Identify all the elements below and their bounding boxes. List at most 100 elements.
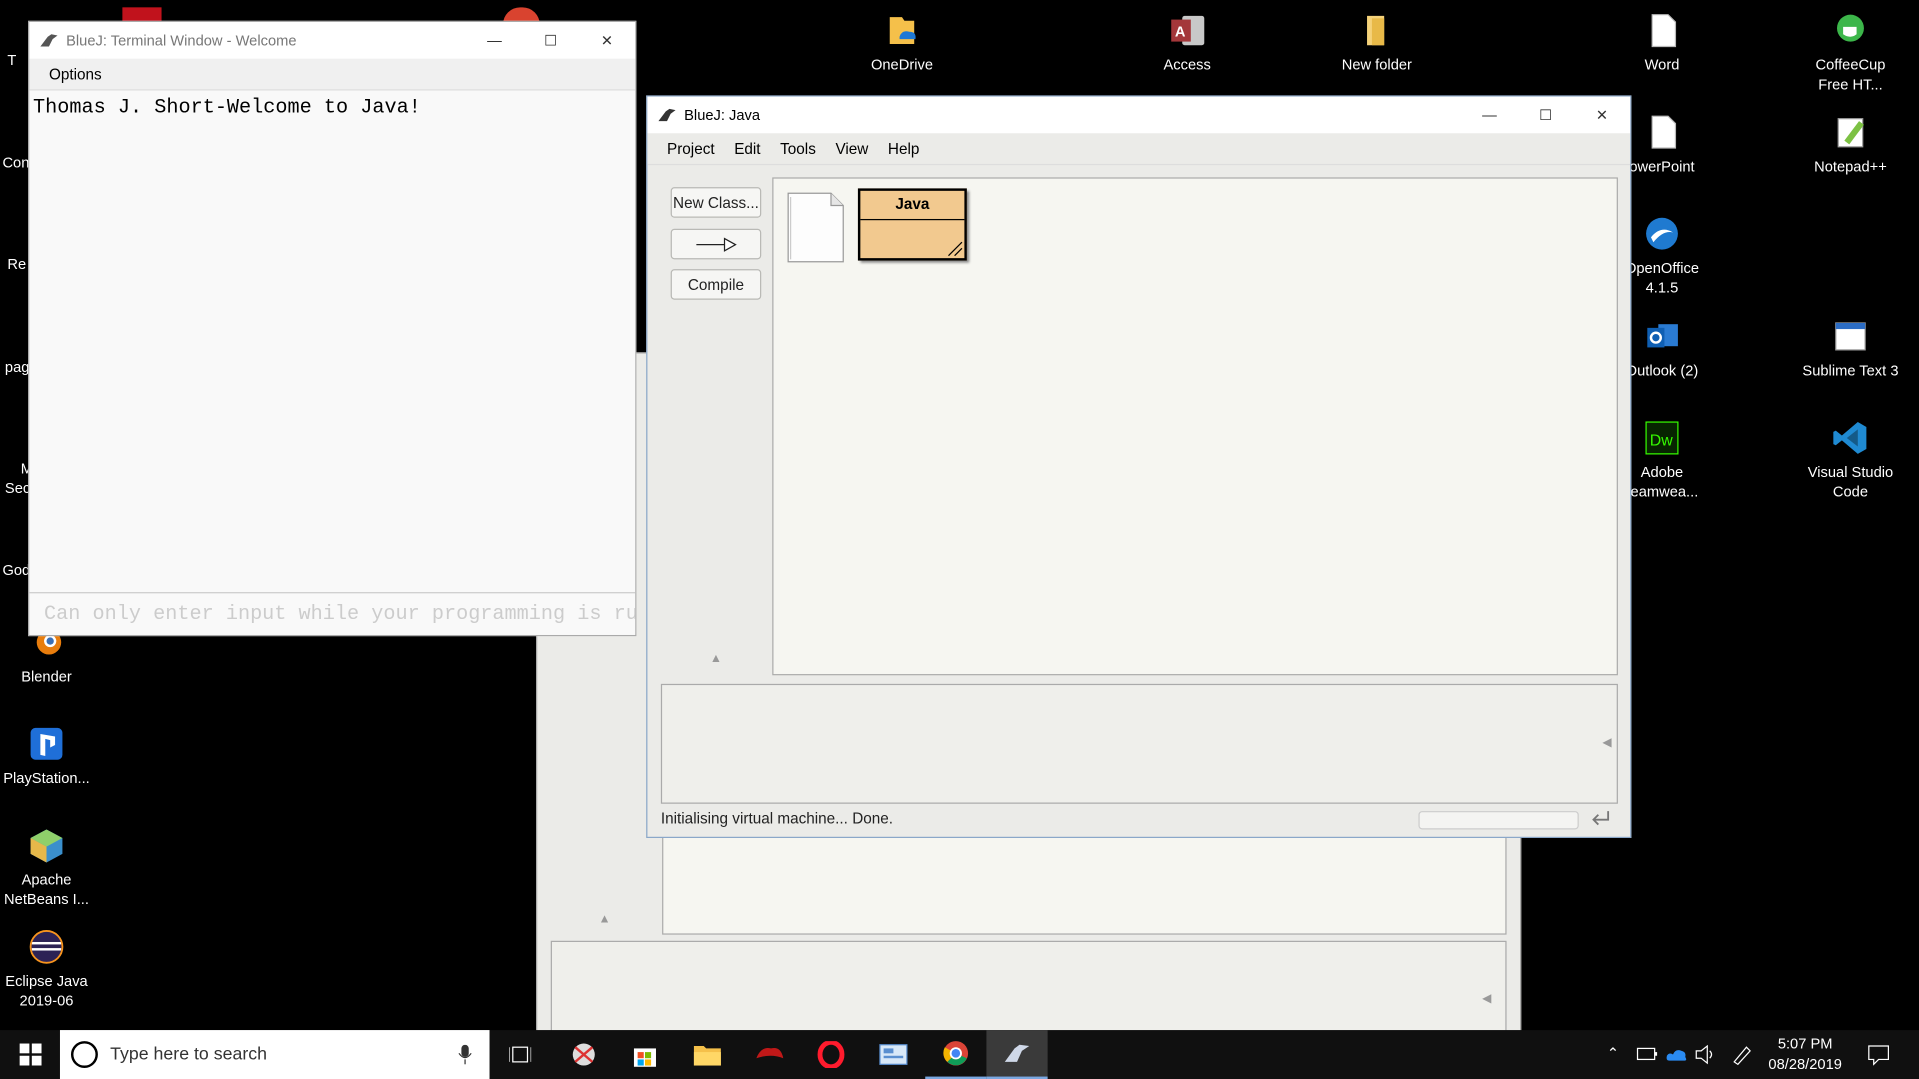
svg-text:Dw: Dw <box>1650 432 1673 449</box>
terminal-window[interactable]: BlueJ: Terminal Window - Welcome — ☐ ✕ O… <box>28 20 637 637</box>
playstation-icon <box>26 723 68 765</box>
expand-arrow-icon[interactable]: ◀ <box>1482 992 1491 1005</box>
taskbar-app-snip[interactable] <box>553 1030 614 1079</box>
desktop: T Con Re pag M Sec God Blender PlayStati… <box>0 0 1919 1079</box>
terminal-menubar: Options <box>29 58 636 91</box>
minimize-button[interactable]: — <box>1461 97 1517 134</box>
search-placeholder: Type here to search <box>110 1044 268 1065</box>
desktop-icon-partial-god[interactable]: God <box>2 562 30 579</box>
taskbar-app-bluej[interactable] <box>986 1030 1048 1079</box>
desktop-icon-word[interactable]: Word <box>1613 10 1711 75</box>
onedrive-cloud-icon[interactable] <box>1666 1046 1688 1068</box>
windows-logo-icon <box>19 1043 42 1066</box>
control-panel-icon <box>879 1044 908 1065</box>
clock-time: 5:07 PM <box>1777 1034 1833 1053</box>
collapse-arrow-icon[interactable]: ▲ <box>710 652 722 665</box>
svg-text:A: A <box>1175 25 1186 41</box>
desktop-icon-label: CoffeeCup Free HT... <box>1815 56 1886 93</box>
menu-tools[interactable]: Tools <box>770 140 825 157</box>
menu-help[interactable]: Help <box>878 140 929 157</box>
terminal-titlebar[interactable]: BlueJ: Terminal Window - Welcome — ☐ ✕ <box>29 22 636 59</box>
desktop-icon-label: Eclipse Java 2019-06 <box>5 972 88 1010</box>
background-output-box <box>550 940 1507 1033</box>
desktop-icon-sublime[interactable]: Sublime Text 3 <box>1802 316 1900 381</box>
search-box[interactable]: Type here to search <box>59 1030 490 1079</box>
microphone-icon[interactable] <box>458 1044 473 1069</box>
notifications-icon[interactable] <box>1868 1044 1890 1072</box>
desktop-icon-partial-sec[interactable]: Sec <box>5 480 30 497</box>
desktop-icon-netbeans[interactable]: Apache NetBeans I... <box>0 825 95 909</box>
maximize-button[interactable]: ☐ <box>523 22 579 59</box>
cortana-icon <box>70 1041 98 1068</box>
taskbar-app-chrome[interactable] <box>925 1030 987 1079</box>
desktop-icon-label: Word <box>1644 56 1680 74</box>
taskbar-app-explorer[interactable] <box>677 1030 738 1079</box>
desktop-icon-label: Visual Studio Code <box>1807 463 1894 501</box>
desktop-icon-partial-t[interactable]: T <box>7 51 16 68</box>
netbeans-icon <box>26 825 68 867</box>
bluej-bird-icon <box>657 105 677 125</box>
volume-icon[interactable] <box>1695 1044 1717 1071</box>
expand-arrow-icon[interactable]: ◀ <box>1602 736 1611 749</box>
desktop-icon-notepadpp[interactable]: Notepad++ <box>1802 111 1900 176</box>
new-class-button[interactable]: New Class... <box>670 187 762 218</box>
task-view-button[interactable] <box>490 1030 551 1079</box>
taskbar-app-opera[interactable] <box>800 1030 861 1079</box>
desktop-icon-partial-pag[interactable]: pag <box>5 358 30 375</box>
desktop-icon-label: Notepad++ <box>1814 157 1887 175</box>
clock[interactable]: 5:07 PM 08/28/2019 <box>1762 1034 1848 1076</box>
menu-edit[interactable]: Edit <box>724 140 770 157</box>
desktop-icon-playstation[interactable]: PlayStation... <box>0 723 95 788</box>
terminal-title: BlueJ: Terminal Window - Welcome <box>66 31 297 49</box>
close-button[interactable]: ✕ <box>1574 97 1630 134</box>
inheritance-arrow-button[interactable] <box>670 228 762 260</box>
vm-progress-bar <box>1418 811 1579 830</box>
show-hidden-icons-chevron-icon[interactable]: ⌃ <box>1607 1045 1619 1062</box>
desktop-icon-coffeecup[interactable]: CoffeeCup Free HT... <box>1802 10 1900 94</box>
notepadpp-icon <box>1830 111 1872 153</box>
desktop-icon-onedrive[interactable]: OneDrive <box>853 10 951 75</box>
store-icon <box>633 1048 656 1067</box>
maximize-button[interactable]: ☐ <box>1518 97 1574 134</box>
class-box-java[interactable]: Java <box>857 188 967 261</box>
collapse-arrow-icon[interactable]: ▲ <box>598 913 610 926</box>
bluej-main-window[interactable]: BlueJ: Java — ☐ ✕ Project Edit Tools Vie… <box>646 95 1632 839</box>
compile-button[interactable]: Compile <box>670 269 762 300</box>
bluej-titlebar[interactable]: BlueJ: Java — ☐ ✕ <box>647 96 1631 134</box>
vscode-icon <box>1830 417 1872 459</box>
minimize-button[interactable]: — <box>466 22 522 59</box>
onedrive-folder-icon <box>881 10 923 52</box>
desktop-icon-new-folder[interactable]: New folder <box>1328 10 1426 75</box>
bluej-bird-icon <box>39 31 59 51</box>
pen-ink-icon[interactable] <box>1731 1044 1753 1072</box>
arrow-right-icon <box>696 236 737 252</box>
desktop-icon-eclipse[interactable]: Eclipse Java 2019-06 <box>0 926 95 1010</box>
desktop-icon-partial-con[interactable]: Con <box>2 154 29 171</box>
close-button[interactable]: ✕ <box>579 22 635 59</box>
desktop-icon-label: Access <box>1163 56 1211 74</box>
class-diagram-canvas[interactable]: Java <box>772 177 1618 676</box>
menu-options[interactable]: Options <box>39 65 111 82</box>
menu-view[interactable]: View <box>826 140 878 157</box>
desktop-icon-partial-re[interactable]: Re <box>7 256 26 273</box>
resize-handle-icon[interactable] <box>946 240 963 257</box>
taskbar: Type here to search ⌃ 5:07 PM 08/28/2019 <box>0 1030 1919 1079</box>
terminal-input[interactable]: Can only enter input while your programm… <box>29 592 636 635</box>
taskbar-app-store[interactable] <box>614 1030 675 1079</box>
start-button[interactable] <box>0 1030 61 1079</box>
desktop-icon-vscode[interactable]: Visual Studio Code <box>1802 417 1900 501</box>
battery-icon[interactable] <box>1636 1045 1658 1068</box>
taskbar-app-game[interactable] <box>739 1030 800 1079</box>
desktop-icon-label: Outlook (2) <box>1625 362 1699 380</box>
reset-vm-icon[interactable] <box>1590 809 1612 835</box>
readme-document-icon[interactable] <box>787 192 845 263</box>
taskbar-app-control-panel[interactable] <box>863 1030 924 1079</box>
eclipse-icon <box>26 926 68 968</box>
snipping-tool-icon <box>572 1043 595 1066</box>
clock-date: 08/28/2019 <box>1768 1055 1842 1073</box>
object-bench: ◀ <box>660 683 1618 804</box>
menu-project[interactable]: Project <box>657 140 724 157</box>
powerpoint-icon <box>1641 111 1683 153</box>
desktop-icon-access[interactable]: A Access <box>1138 10 1236 75</box>
desktop-icon-label: Blender <box>21 667 72 686</box>
